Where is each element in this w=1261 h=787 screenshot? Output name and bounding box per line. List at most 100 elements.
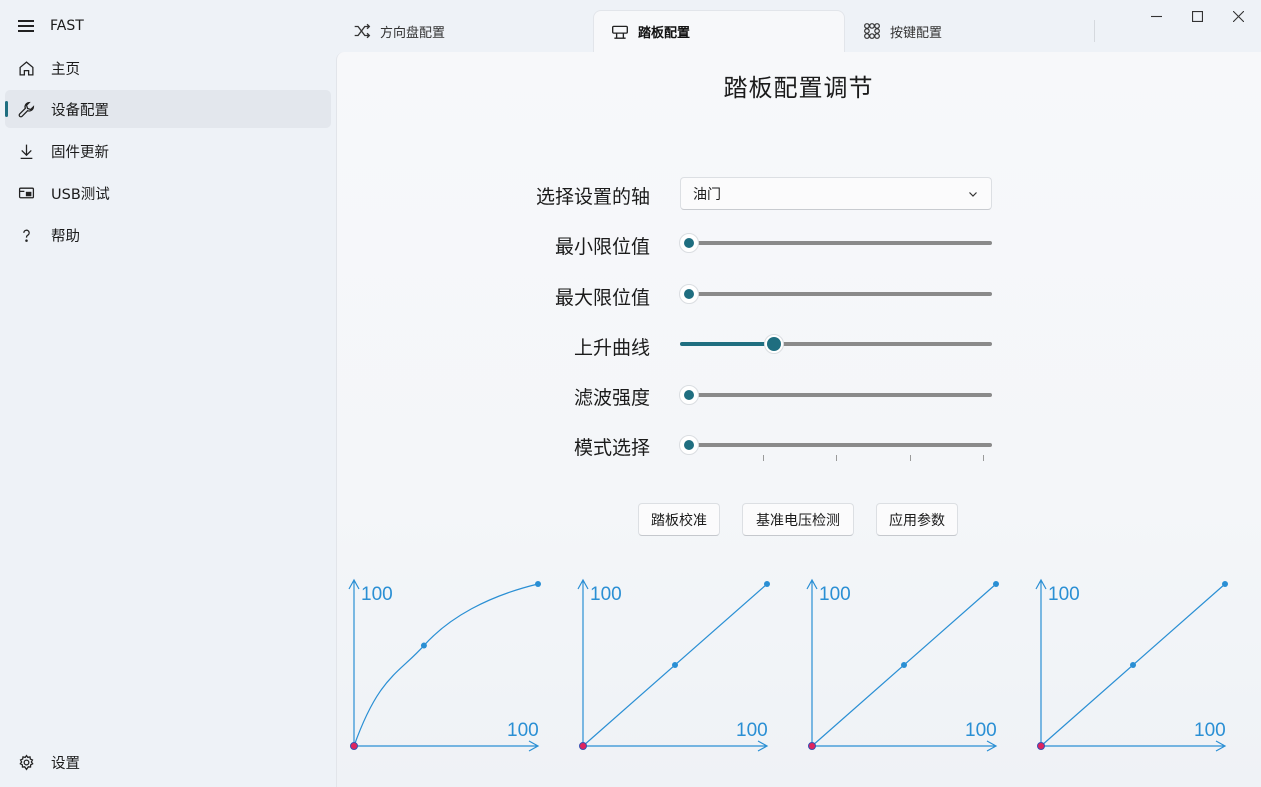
y-max-label: 100 <box>361 584 393 605</box>
tab-label: 踏板配置 <box>638 26 691 41</box>
y-axis <box>806 578 818 746</box>
axis-select-value: 油门 <box>693 186 721 203</box>
sidebar-item-label: 设备配置 <box>51 102 109 119</box>
min-limit-slider[interactable] <box>679 231 992 255</box>
max-limit-slider[interactable] <box>679 282 992 306</box>
rise-curve-slider[interactable] <box>680 332 992 356</box>
curve-plot: 100 100 <box>1032 572 1232 762</box>
slider-label: 最小限位值 <box>554 236 650 258</box>
x-axis <box>583 740 769 752</box>
curve-plot: 100 100 <box>345 572 545 762</box>
sidebar-item-usb-test[interactable]: USB测试 <box>5 174 331 212</box>
tab-label: 方向盘配置 <box>380 25 446 41</box>
curve-end-point <box>993 581 999 587</box>
x-max-label: 100 <box>1194 720 1226 741</box>
sidebar-item-label: 主页 <box>51 61 80 78</box>
slider-track <box>688 443 992 447</box>
y-axis <box>348 578 360 746</box>
close-button[interactable] <box>1218 0 1258 32</box>
curve-end-point <box>764 581 770 587</box>
slider-tick <box>910 455 911 461</box>
menu-icon[interactable] <box>18 20 34 32</box>
filter-strength-slider[interactable] <box>679 383 992 407</box>
slider-label: 上升曲线 <box>573 337 650 359</box>
curve-origin-point <box>808 742 816 750</box>
sidebar-item-settings[interactable]: 设置 <box>5 743 331 781</box>
sidebar: FAST 主页 设备配置 固件更新 USB测试 帮助 设置 <box>0 0 336 787</box>
sidebar-item-label: 固件更新 <box>51 144 109 161</box>
sidebar-item-home[interactable]: 主页 <box>5 49 331 87</box>
apply-params-button[interactable]: 应用参数 <box>876 503 958 536</box>
mode-select-slider[interactable] <box>679 433 992 461</box>
slider-thumb[interactable] <box>679 284 699 304</box>
sidebar-item-label: USB测试 <box>51 186 110 203</box>
tab-button-config[interactable]: 按键配置 <box>846 10 1096 52</box>
curve-mid-point <box>901 662 907 668</box>
axis-select-dropdown[interactable]: 油门 <box>680 177 992 210</box>
active-indicator <box>5 101 8 117</box>
sidebar-item-firmware-update[interactable]: 固件更新 <box>5 132 331 170</box>
sidebar-item-device-config[interactable]: 设备配置 <box>5 90 331 128</box>
slider-fill <box>680 342 774 346</box>
slider-label: 滤波强度 <box>573 387 650 409</box>
slider-thumb[interactable] <box>763 334 784 354</box>
minimize-icon <box>1150 15 1162 17</box>
slider-thumb[interactable] <box>679 385 699 405</box>
x-axis <box>812 740 998 752</box>
tab-pedal-config[interactable]: 踏板配置 <box>593 10 845 52</box>
curve-origin-point <box>1037 742 1045 750</box>
sidebar-item-help[interactable]: 帮助 <box>5 216 331 254</box>
axis-select-label: 选择设置的轴 <box>535 186 650 208</box>
curve-mid-point <box>672 662 678 668</box>
x-axis <box>1041 740 1227 752</box>
gear-icon <box>16 752 36 772</box>
maximize-button[interactable] <box>1177 0 1217 32</box>
y-axis <box>577 578 589 746</box>
home-icon <box>16 58 36 78</box>
slider-label: 最大限位值 <box>554 287 650 309</box>
slider-tick <box>836 455 837 461</box>
y-max-label: 100 <box>590 584 622 605</box>
y-max-label: 100 <box>819 584 851 605</box>
sidebar-item-label: 帮助 <box>51 228 80 245</box>
tab-label: 按键配置 <box>890 25 943 41</box>
close-icon <box>1232 10 1244 22</box>
reference-voltage-button[interactable]: 基准电压检测 <box>742 503 854 536</box>
x-max-label: 100 <box>507 720 539 741</box>
wrench-icon <box>16 99 36 119</box>
maximize-icon <box>1191 10 1203 22</box>
pedal-icon <box>610 22 630 42</box>
curve-plot: 100 100 <box>574 572 774 762</box>
download-icon <box>16 141 36 161</box>
slider-thumb[interactable] <box>679 233 699 253</box>
tab-bar: 方向盘配置 踏板配置 按键配置 <box>336 0 1096 52</box>
x-max-label: 100 <box>736 720 768 741</box>
curve-end-point <box>535 581 541 587</box>
slider-track <box>688 292 992 296</box>
y-axis <box>1035 578 1047 746</box>
minimize-button[interactable] <box>1136 0 1176 32</box>
tab-divider <box>1094 20 1095 42</box>
slider-tick <box>763 455 764 461</box>
slider-thumb[interactable] <box>679 435 699 455</box>
curve-plot: 100 100 <box>803 572 1003 762</box>
app-header: FAST <box>18 12 84 40</box>
app-title: FAST <box>50 18 84 34</box>
tab-wheel-config[interactable]: 方向盘配置 <box>336 10 592 52</box>
question-icon <box>16 225 36 245</box>
slider-track <box>688 393 992 397</box>
slider-label: 模式选择 <box>573 437 650 459</box>
x-max-label: 100 <box>965 720 997 741</box>
y-max-label: 100 <box>1048 584 1080 605</box>
chevron-down-icon <box>969 191 977 197</box>
shuffle-icon <box>352 21 372 41</box>
slider-tick <box>983 455 984 461</box>
slider-track <box>688 241 992 245</box>
curve-mid-point <box>1130 662 1136 668</box>
curve-origin-point <box>350 742 358 750</box>
x-axis <box>354 740 540 752</box>
sidebar-item-label: 设置 <box>51 755 80 772</box>
pedal-calibration-button[interactable]: 踏板校准 <box>638 503 720 536</box>
curve-mid-point <box>420 642 427 649</box>
page-title: 踏板配置调节 <box>723 74 874 102</box>
